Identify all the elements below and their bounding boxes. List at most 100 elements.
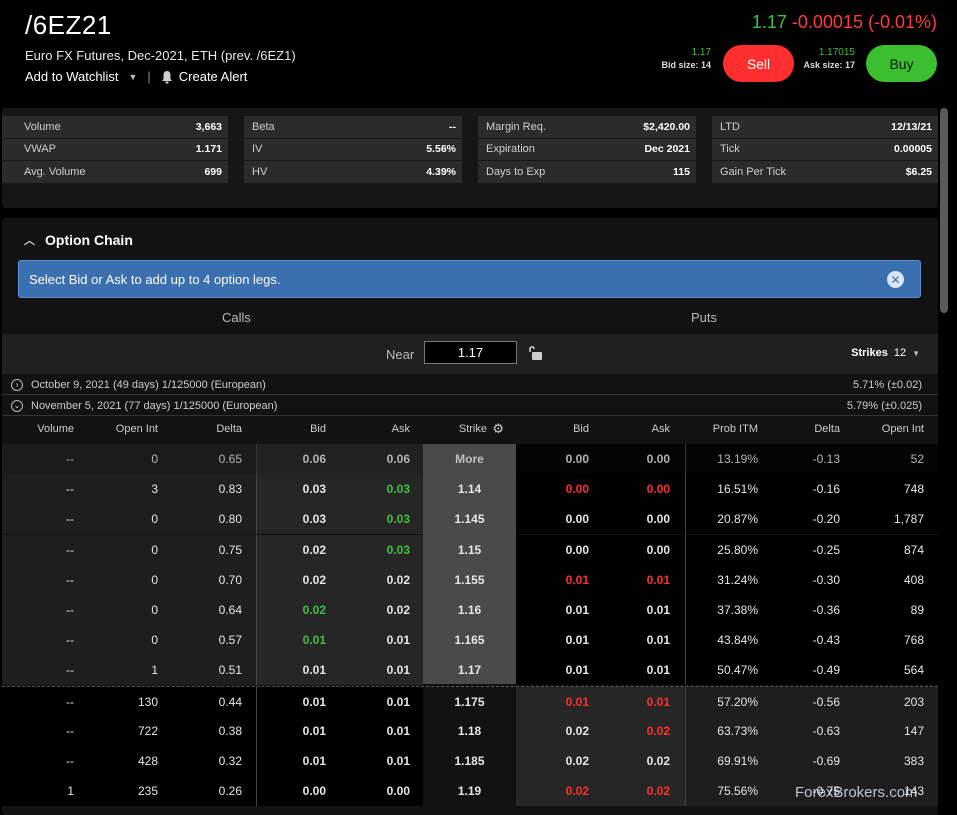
put-ask[interactable]: 0.00 [600, 543, 670, 557]
unlock-icon[interactable] [527, 344, 543, 361]
call-bid[interactable]: 0.02 [256, 543, 326, 557]
sell-button[interactable]: Sell [723, 45, 794, 82]
put-bid[interactable]: 0.00 [519, 543, 589, 557]
strike-value: 1.165 [454, 633, 485, 648]
gear-icon[interactable]: ⚙ [490, 421, 504, 437]
cell-volume: -- [66, 633, 74, 648]
put-ask[interactable]: 0.00 [600, 452, 670, 466]
call-bid[interactable]: 0.02 [256, 603, 326, 617]
cell-delta: 0.70 [218, 572, 242, 587]
cell-put-delta: -0.69 [812, 754, 840, 768]
cell-volume: -- [66, 572, 74, 587]
call-ask[interactable]: 0.01 [340, 633, 410, 647]
put-ask[interactable]: 0.00 [600, 512, 670, 526]
call-ask[interactable]: 0.06 [340, 452, 410, 466]
call-bid[interactable]: 0.01 [256, 695, 326, 709]
chevron-up-icon[interactable]: ︿ [24, 232, 35, 248]
call-ask[interactable]: 0.01 [340, 695, 410, 709]
col-strike[interactable]: Strike [423, 423, 487, 435]
put-bid[interactable]: 0.00 [519, 452, 589, 466]
col-volume[interactable]: Volume [2, 423, 74, 435]
put-bid[interactable]: 0.01 [519, 603, 589, 617]
table-row: -- 428 0.32 0.01 0.01 1.185 0.02 0.02 69.91% -0.6… [2, 746, 938, 776]
col-put-delta[interactable]: Delta [772, 423, 840, 435]
put-bid[interactable]: 0.01 [519, 573, 589, 587]
cell-prob-itm: 13.19% [717, 452, 758, 466]
cell-put-open-int: 768 [903, 633, 924, 648]
put-ask[interactable]: 0.02 [600, 784, 670, 798]
col-put-ask[interactable]: Ask [600, 423, 670, 435]
call-ask[interactable]: 0.03 [340, 482, 410, 496]
col-open-int[interactable]: Open Int [82, 423, 158, 435]
cell-put-open-int: 147 [903, 723, 924, 738]
col-call-bid[interactable]: Bid [256, 423, 326, 435]
put-ask[interactable]: 0.01 [600, 695, 670, 709]
col-delta[interactable]: Delta [172, 423, 242, 435]
cell-put-open-int: 89 [910, 603, 924, 617]
col-put-bid[interactable]: Bid [519, 423, 589, 435]
bell-icon[interactable] [161, 70, 173, 84]
close-icon[interactable]: ✕ [887, 271, 904, 288]
scrollbar[interactable] [940, 108, 948, 313]
put-bid[interactable]: 0.01 [519, 633, 589, 647]
put-ask[interactable]: 0.01 [600, 633, 670, 647]
create-alert-link[interactable]: Create Alert [179, 69, 248, 84]
put-bid[interactable]: 0.02 [519, 754, 589, 768]
col-prob-itm[interactable]: Prob ITM [686, 423, 758, 435]
put-bid[interactable]: 0.00 [519, 482, 589, 496]
stat-label: Beta [252, 120, 275, 133]
call-ask[interactable]: 0.03 [340, 543, 410, 557]
call-bid[interactable]: 0.01 [256, 724, 326, 738]
put-bid[interactable]: 0.00 [519, 512, 589, 526]
cell-prob-itm: 50.47% [717, 663, 758, 678]
call-bid[interactable]: 0.06 [256, 452, 326, 466]
cell-put-delta: -0.30 [812, 572, 840, 587]
put-ask[interactable]: 0.02 [600, 724, 670, 738]
call-ask[interactable]: 0.01 [340, 724, 410, 738]
ask-size: Ask size: 17 [803, 60, 855, 70]
expand-icon[interactable]: › [11, 378, 23, 391]
call-bid[interactable]: 0.03 [256, 482, 326, 496]
put-ask[interactable]: 0.02 [600, 754, 670, 768]
call-bid[interactable]: 0.01 [256, 663, 326, 677]
put-bid[interactable]: 0.01 [519, 663, 589, 677]
strikes-selector[interactable]: Strikes 12 ▼ [851, 347, 920, 359]
put-ask[interactable]: 0.01 [600, 603, 670, 617]
put-ask[interactable]: 0.00 [600, 482, 670, 496]
call-bid[interactable]: 0.03 [256, 512, 326, 526]
buy-button[interactable]: Buy [866, 45, 937, 82]
divider: | [147, 69, 151, 84]
add-to-watchlist-link[interactable]: Add to Watchlist [25, 69, 118, 84]
stat-row: Days to Exp 115 [478, 161, 696, 184]
collapse-icon[interactable]: ⌄ [11, 399, 23, 412]
cell-open-int: 0 [151, 452, 158, 466]
call-ask[interactable]: 0.01 [340, 663, 410, 677]
cell-open-int: 3 [151, 482, 158, 497]
put-ask[interactable]: 0.01 [600, 573, 670, 587]
call-ask[interactable]: 0.02 [340, 573, 410, 587]
put-bid[interactable]: 0.01 [519, 695, 589, 709]
col-put-open-int[interactable]: Open Int [854, 423, 924, 435]
put-bid[interactable]: 0.02 [519, 784, 589, 798]
strike-value: 1.16 [457, 603, 482, 617]
stat-label: Gain Per Tick [720, 165, 787, 178]
call-ask[interactable]: 0.02 [340, 603, 410, 617]
call-ask[interactable]: 0.00 [340, 784, 410, 798]
chevron-down-icon[interactable]: ▼ [128, 72, 137, 82]
near-strike-input[interactable]: 1.17 [424, 341, 517, 364]
expiration-row[interactable]: ⌄ November 5, 2021 (77 days) 1/125000 (E… [2, 396, 938, 416]
col-call-ask[interactable]: Ask [340, 423, 410, 435]
call-bid[interactable]: 0.00 [256, 784, 326, 798]
call-ask[interactable]: 0.01 [340, 754, 410, 768]
call-bid[interactable]: 0.01 [256, 754, 326, 768]
option-chain-header[interactable]: ︿ Option Chain [24, 232, 133, 248]
put-bid[interactable]: 0.02 [519, 724, 589, 738]
expiration-row[interactable]: › October 9, 2021 (49 days) 1/125000 (Eu… [2, 375, 938, 395]
call-bid[interactable]: 0.01 [256, 633, 326, 647]
table-row: -- 0 0.64 0.02 0.02 1.16 0.01 0.01 37.38% -0.36 89 [2, 595, 938, 625]
call-bid[interactable]: 0.02 [256, 573, 326, 587]
call-ask[interactable]: 0.03 [340, 512, 410, 526]
stat-value: -- [449, 120, 456, 133]
put-ask[interactable]: 0.01 [600, 663, 670, 677]
bid-value: 1.17 [691, 47, 711, 58]
